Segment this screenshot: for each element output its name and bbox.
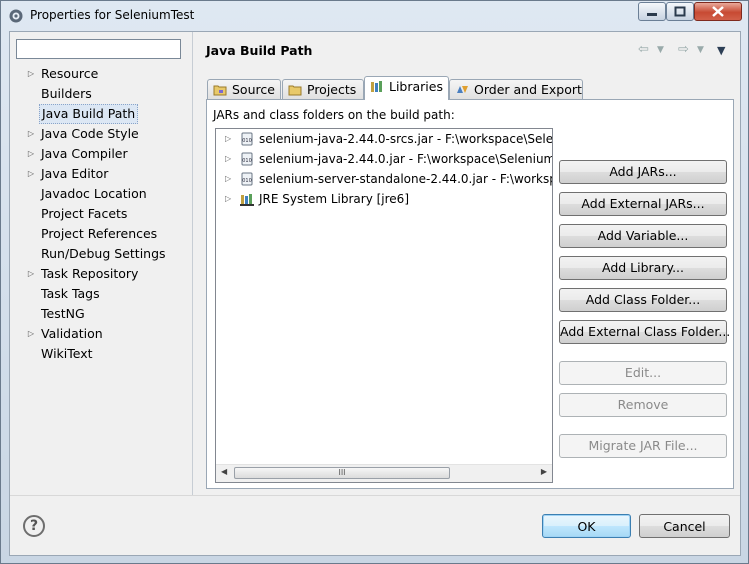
expand-arrow-icon[interactable]: ▷ [225, 169, 231, 189]
minimize-button[interactable] [638, 2, 666, 21]
nav-item-javadoc-location[interactable]: Javadoc Location [10, 184, 192, 204]
footer-divider [10, 495, 740, 496]
nav-item-builders[interactable]: Builders [10, 84, 192, 104]
nav-item-resource[interactable]: ▷ Resource [10, 64, 192, 84]
tab-order-and-export[interactable]: Order and Export [449, 79, 583, 99]
add-library-button[interactable]: Add Library... [559, 256, 727, 280]
jre-library-icon [240, 194, 254, 206]
folder-projects-icon [288, 85, 302, 96]
expand-arrow-icon[interactable]: ▷ [225, 149, 231, 169]
svg-text:010: 010 [242, 178, 252, 184]
expand-arrow-icon[interactable]: ▷ [26, 144, 36, 164]
svg-text:010: 010 [242, 138, 252, 144]
tab-source[interactable]: Source [207, 79, 281, 99]
jar-icon: 010 [241, 152, 253, 166]
list-item[interactable]: ▷ 010 selenium-server-standalone-2.44.0.… [216, 169, 552, 189]
tab-projects[interactable]: Projects [282, 79, 364, 99]
history-navigation: ⇦ ▼ ⇨ ▼ ▼ [638, 42, 738, 60]
maximize-icon [674, 6, 686, 17]
help-button[interactable]: ? [23, 515, 45, 537]
libraries-caption: JARs and class folders on the build path… [213, 108, 455, 122]
nav-item-java-compiler[interactable]: ▷ Java Compiler [10, 144, 192, 164]
back-arrow-icon[interactable]: ⇦ [638, 42, 649, 57]
jar-icon: 010 [241, 132, 253, 146]
forward-arrow-icon[interactable]: ⇨ [678, 42, 689, 57]
dialog-content: ▷ Resource Builders Java Build Path ▷ Java… [9, 31, 741, 556]
order-export-icon [457, 86, 468, 93]
expand-arrow-icon[interactable]: ▷ [225, 129, 231, 149]
list-item[interactable]: ▷ 010 selenium-java-2.44.0.jar - F:\work… [216, 149, 552, 169]
add-class-folder-button[interactable]: Add Class Folder... [559, 288, 727, 312]
maximize-button[interactable] [666, 2, 694, 21]
nav-item-java-code-style[interactable]: ▷ Java Code Style [10, 124, 192, 144]
libraries-icon [371, 81, 382, 92]
scroll-left-icon[interactable]: ◀ [221, 467, 227, 476]
jar-icon: 010 [241, 172, 253, 186]
libraries-tab-panel: JARs and class folders on the build path… [206, 99, 734, 489]
expand-arrow-icon[interactable]: ▷ [26, 324, 36, 344]
remove-button[interactable]: Remove [559, 393, 727, 417]
expand-arrow-icon[interactable]: ▷ [26, 124, 36, 144]
expand-arrow-icon[interactable]: ▷ [26, 264, 36, 284]
property-page-tree: ▷ Resource Builders Java Build Path ▷ Java… [10, 64, 192, 364]
gear-icon [9, 9, 23, 23]
filter-input[interactable] [16, 39, 181, 59]
expand-arrow-icon[interactable]: ▷ [26, 64, 36, 84]
add-jars-button[interactable]: Add JARs... [559, 160, 727, 184]
window-title: Properties for SeleniumTest [30, 8, 195, 22]
minimize-icon [647, 13, 657, 16]
page-title: Java Build Path [206, 43, 313, 58]
nav-item-project-facets[interactable]: Project Facets [10, 204, 192, 224]
back-dropdown-icon[interactable]: ▼ [657, 45, 664, 55]
nav-item-java-build-path[interactable]: Java Build Path [10, 104, 192, 124]
nav-item-wikitext[interactable]: WikiText [10, 344, 192, 364]
nav-item-task-tags[interactable]: Task Tags [10, 284, 192, 304]
title-bar[interactable]: Properties for SeleniumTest [1, 1, 748, 31]
expand-arrow-icon[interactable]: ▷ [225, 189, 231, 209]
view-menu-icon[interactable]: ▼ [717, 44, 725, 57]
help-icon: ? [29, 518, 39, 534]
nav-item-testng[interactable]: TestNG [10, 304, 192, 324]
add-external-class-folder-button[interactable]: Add External Class Folder... [559, 320, 730, 344]
forward-dropdown-icon[interactable]: ▼ [697, 45, 704, 55]
add-external-jars-button[interactable]: Add External JARs... [559, 192, 727, 216]
horizontal-scrollbar[interactable]: ◀ III ▶ [216, 464, 552, 482]
nav-item-task-repository[interactable]: ▷ Task Repository [10, 264, 192, 284]
close-button[interactable] [694, 2, 742, 21]
folder-source-icon [213, 85, 227, 96]
expand-arrow-icon[interactable]: ▷ [26, 164, 36, 184]
cancel-button[interactable]: Cancel [639, 514, 730, 538]
pane-splitter[interactable] [192, 32, 193, 495]
ok-button[interactable]: OK [542, 514, 631, 538]
nav-item-run-debug-settings[interactable]: Run/Debug Settings [10, 244, 192, 264]
nav-item-java-editor[interactable]: ▷ Java Editor [10, 164, 192, 184]
list-item[interactable]: ▷ JRE System Library [jre6] [216, 189, 552, 209]
scrollbar-thumb[interactable]: III [234, 467, 450, 479]
edit-button[interactable]: Edit... [559, 361, 727, 385]
close-icon [712, 6, 724, 17]
libraries-tree[interactable]: ▷ 010 selenium-java-2.44.0-srcs.jar - F:… [215, 128, 553, 483]
scroll-right-icon[interactable]: ▶ [541, 467, 547, 476]
tab-libraries[interactable]: Libraries [364, 76, 449, 100]
migrate-jar-file-button[interactable]: Migrate JAR File... [559, 434, 727, 458]
nav-item-validation[interactable]: ▷ Validation [10, 324, 192, 344]
nav-item-project-references[interactable]: Project References [10, 224, 192, 244]
properties-window: Properties for SeleniumTest ▷ Resource Bu… [0, 0, 749, 564]
list-item[interactable]: ▷ 010 selenium-java-2.44.0-srcs.jar - F:… [216, 129, 552, 149]
add-variable-button[interactable]: Add Variable... [559, 224, 727, 248]
svg-text:010: 010 [242, 158, 252, 164]
